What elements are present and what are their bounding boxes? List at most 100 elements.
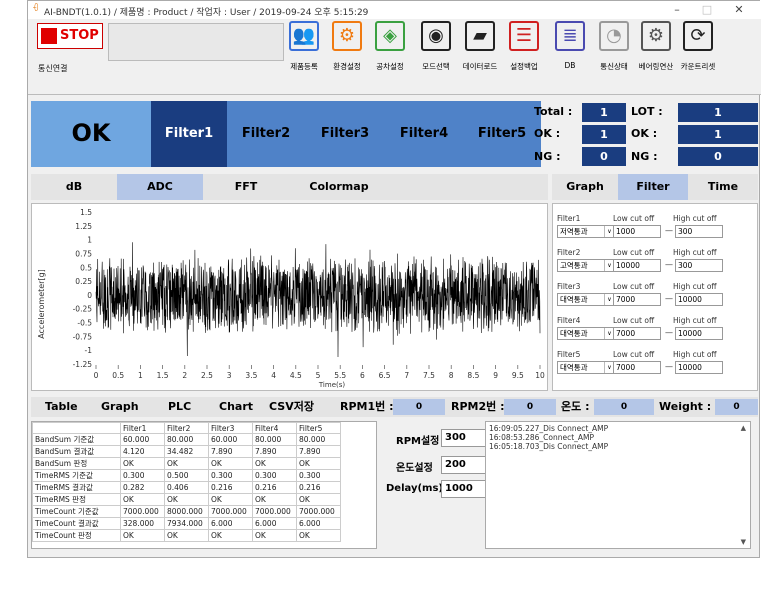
tool-label: 베어링연산 — [638, 62, 674, 71]
table-row: TimeCount 기준값 7000.000 8000.000 7000.000 700… — [32, 505, 341, 518]
result-table: Filter1 Filter2 Filter3 Filter4 Filter5 BandS… — [31, 421, 377, 549]
delay-setting-input[interactable]: 1000 — [441, 480, 491, 498]
tool-button-3[interactable]: ◉ 모드선택 — [416, 21, 456, 71]
tool-button-6[interactable]: ≣ DB — [550, 21, 590, 70]
tool-button-4[interactable]: ▰ 데이터로드 — [460, 21, 500, 71]
x-tick-label: 3 — [227, 371, 232, 380]
y-tick-label: 0.75 — [75, 249, 92, 258]
ok-label: OK : — [534, 127, 561, 140]
table-cell: 80.000 — [164, 433, 209, 446]
tab-graph[interactable]: Graph — [552, 174, 618, 200]
tab-fft[interactable]: FFT — [203, 174, 289, 200]
high-cutoff-input[interactable]: 300 — [675, 259, 723, 272]
minimize-button[interactable]: – — [666, 3, 688, 17]
tool-button-1[interactable]: ⚙ 환경설정 — [327, 21, 367, 71]
high-cutoff-input[interactable]: 10000 — [675, 293, 723, 306]
tool-button-2[interactable]: ◈ 공차설정 — [370, 21, 410, 71]
y-tick-label: 1 — [87, 236, 92, 245]
table-header-row: Filter1 Filter2 Filter3 Filter4 Filter5 — [32, 422, 341, 434]
lot-label: LOT : — [631, 105, 663, 118]
maximize-button[interactable]: □ — [696, 3, 718, 17]
tab-colormap[interactable]: Colormap — [289, 174, 389, 200]
chart-svg: Accelerometer[g] Time(s) 1.5 1.25 1 0.75 0.5… — [37, 208, 545, 389]
tool-label: 환경설정 — [333, 62, 361, 71]
scroll-down-icon[interactable]: ▼ — [741, 538, 746, 546]
x-tick-label: 7 — [404, 371, 409, 380]
scroll-up-icon[interactable]: ▲ — [741, 424, 746, 432]
filter4-button[interactable]: Filter4 — [385, 101, 463, 167]
low-cutoff-input[interactable]: 7000 — [613, 327, 661, 340]
low-cutoff-input[interactable]: 7000 — [613, 361, 661, 374]
filter-name-label: Filter2 — [557, 248, 581, 257]
filter-type-select[interactable]: 대역통과 ∨ — [557, 293, 615, 306]
people-icon: 👥 — [289, 21, 319, 51]
tool-button-7[interactable]: ◔ 통신상태 — [594, 21, 634, 71]
event-log[interactable]: 16:09:05.227_Dis Connect_AMP 16:08:53.28… — [485, 421, 751, 549]
x-tick-label: 9.5 — [512, 371, 524, 380]
y-tick-label: -0.25 — [73, 305, 93, 314]
database-icon: ☰ — [509, 21, 539, 51]
high-cutoff-input[interactable]: 300 — [675, 225, 723, 238]
low-cutoff-input[interactable]: 1000 — [613, 225, 661, 238]
window-title: AI-BNDT(1.0.1) / 제품명 : Product / 작업자 : U… — [44, 8, 369, 18]
y-axis-label: Accelerometer[g] — [37, 269, 46, 339]
table-row: TimeCount 결과값 328.000 7934.000 6.000 6.000 6.… — [32, 517, 341, 530]
filter-type-value: 대역통과 — [560, 295, 588, 304]
range-dash: — — [665, 226, 673, 235]
table-cell: 4.120 — [120, 445, 165, 458]
filter3-button[interactable]: Filter3 — [305, 101, 385, 167]
tool-label: 제품등록 — [290, 62, 318, 71]
temp-setting-input[interactable]: 200 — [441, 456, 491, 474]
x-tick-label: 0.5 — [112, 371, 124, 380]
view-tab-bar: dB ADC FFT Colormap — [31, 174, 548, 200]
tab-filter[interactable]: Filter — [618, 174, 688, 200]
low-cutoff-input[interactable]: 7000 — [613, 293, 661, 306]
csv-save-button[interactable]: CSV저장 — [269, 397, 314, 417]
filter-type-value: 대역통과 — [560, 329, 588, 338]
tab-db[interactable]: dB — [31, 174, 117, 200]
close-button[interactable]: ✕ — [728, 3, 750, 17]
table-cell: OK — [296, 529, 341, 542]
tab-plc[interactable]: PLC — [168, 397, 191, 417]
table-cell: 8000.000 — [164, 505, 209, 518]
table-cell: BandSum 기준값 — [32, 433, 121, 446]
tool-button-8[interactable]: ⚙ 베어링연산 — [636, 21, 676, 71]
filter-type-select[interactable]: 저역통과 ∨ — [557, 225, 615, 238]
title-bar: ꌡ AI-BNDT(1.0.1) / 제품명 : Product / 작업자 :… — [28, 1, 761, 19]
high-cutoff-input[interactable]: 10000 — [675, 361, 723, 374]
high-cutoff-input[interactable]: 10000 — [675, 327, 723, 340]
rpm-setting-input[interactable]: 300 — [441, 429, 491, 447]
connect-label[interactable]: 통신연결 — [38, 63, 67, 74]
tool-button-0[interactable]: 👥 제품등록 — [284, 21, 324, 71]
table-header-cell: Filter2 — [164, 422, 209, 434]
table-header-cell: Filter1 — [120, 422, 165, 434]
temp-label: 온도 : — [561, 400, 590, 413]
filter-type-select[interactable]: 대역통과 ∨ — [557, 361, 615, 374]
y-tick-label: 0 — [87, 291, 92, 300]
result-panel: OK — [31, 101, 151, 167]
filter-type-select[interactable]: 대역통과 ∨ — [557, 327, 615, 340]
tab-adc[interactable]: ADC — [117, 174, 203, 200]
table-header-cell — [32, 422, 121, 434]
filter1-button[interactable]: Filter1 — [151, 101, 227, 167]
stop-button[interactable]: STOP — [37, 23, 103, 49]
tool-button-5[interactable]: ☰ 설정백업 — [504, 21, 544, 71]
table-cell: 0.216 — [252, 481, 297, 494]
table-cell: 0.216 — [208, 481, 253, 494]
filter-type-select[interactable]: 고역통과 ∨ — [557, 259, 615, 272]
x-tick-label: 10 — [535, 371, 545, 380]
x-tick-label: 3.5 — [245, 371, 257, 380]
tool-button-9[interactable]: ⟳ 카운트리셋 — [678, 21, 718, 71]
status-display — [108, 23, 284, 61]
tab-time[interactable]: Time — [688, 174, 758, 200]
table-cell: 0.500 — [164, 469, 209, 482]
filter2-button[interactable]: Filter2 — [227, 101, 305, 167]
tab-table[interactable]: Table — [45, 397, 78, 417]
filter5-button[interactable]: Filter5 — [463, 101, 541, 167]
tab-chart[interactable]: Chart — [219, 397, 253, 417]
table-cell: TimeCount 결과값 — [32, 517, 121, 530]
tab-bottom-graph[interactable]: Graph — [101, 397, 139, 417]
table-cell: 328.000 — [120, 517, 165, 530]
low-cutoff-input[interactable]: 10000 — [613, 259, 661, 272]
table-cell: TimeCount 판정 — [32, 529, 121, 542]
